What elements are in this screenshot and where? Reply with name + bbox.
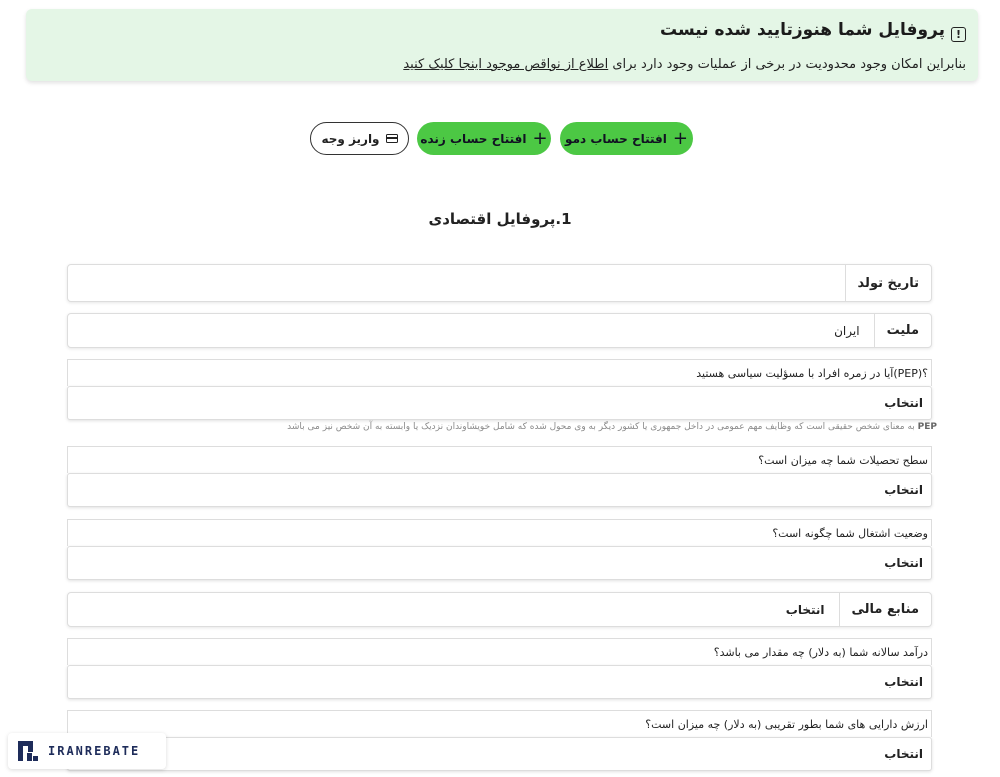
plus-icon: + (532, 127, 548, 149)
pep-note-text: به معنای شخص حقیقی است که وظایف مهم عموم… (287, 422, 918, 432)
iranrebate-watermark: IRANREBATE (8, 733, 166, 769)
plus-icon: + (672, 127, 688, 149)
pep-select[interactable]: انتخاب (67, 386, 932, 420)
employment-field: وضعیت اشتغال شما چگونه است؟ انتخاب (67, 519, 932, 580)
open-demo-account-button[interactable]: + افتتاح حساب دمو (560, 122, 693, 155)
nationality-select[interactable]: ایران (68, 314, 874, 347)
birthdate-label: تاریخ تولد (844, 265, 931, 301)
birthdate-input[interactable] (68, 265, 845, 301)
open-demo-account-label: افتتاح حساب دمو (565, 131, 667, 146)
credit-card-icon (385, 134, 398, 143)
open-live-account-label: افتتاح حساب زنده (420, 131, 527, 146)
action-buttons: + افتتاح حساب دمو + افتتاح حساب زنده وار… (0, 122, 1000, 156)
alert-title: پروفایل شما هنوزتایید شده نیست (659, 20, 945, 40)
income-field: درآمد سالانه شما (به دلار) چه مقدار می ب… (67, 638, 932, 699)
birthdate-field: تاریخ تولد (67, 264, 932, 302)
assets-field: ارزش دارایی های شما بطور تقریبی (به دلار… (67, 710, 932, 771)
funds-source-select[interactable]: انتخاب (68, 593, 839, 626)
nationality-label: ملیت (873, 314, 931, 347)
alert-text: بنابراین امکان وجود محدودیت در برخی از ع… (40, 57, 966, 72)
deposit-label: واریز وجه (321, 131, 380, 146)
assets-question: ارزش دارایی های شما بطور تقریبی (به دلار… (67, 710, 932, 737)
assets-select[interactable]: انتخاب (67, 737, 932, 771)
exclamation-icon: ! (951, 26, 966, 42)
alert-text-prefix: بنابراین امکان وجود محدودیت در برخی از ع… (608, 57, 966, 72)
education-select[interactable]: انتخاب (67, 473, 932, 507)
funds-source-label: منابع مالی (838, 593, 932, 626)
profile-not-verified-alert: ! پروفایل شما هنوزتایید شده نیست بنابرای… (26, 9, 978, 81)
pep-question: ؟(PEP)آیا در زمره افراد با مسؤلیت سیاسی … (67, 359, 932, 386)
education-question: سطح تحصیلات شما چه میزان است؟ (67, 446, 932, 473)
pep-note: PEP به معنای شخص حقیقی است که وظایف مهم … (67, 422, 937, 432)
employment-question: وضعیت اشتغال شما چگونه است؟ (67, 519, 932, 546)
employment-select[interactable]: انتخاب (67, 546, 932, 580)
funds-source-field: منابع مالی انتخاب (67, 592, 932, 627)
pep-note-term: PEP (917, 422, 937, 432)
pep-field: ؟(PEP)آیا در زمره افراد با مسؤلیت سیاسی … (67, 359, 932, 420)
section-title: 1.پروفایل اقتصادی (428, 210, 572, 228)
watermark-text: IRANREBATE (48, 744, 141, 758)
iranrebate-logo-icon (18, 741, 38, 761)
income-question: درآمد سالانه شما (به دلار) چه مقدار می ب… (67, 638, 932, 665)
nationality-field: ملیت ایران (67, 313, 932, 348)
missing-items-link[interactable]: اطلاع از نواقص موجود اینجا کلیک کنید (403, 57, 608, 72)
education-field: سطح تحصیلات شما چه میزان است؟ انتخاب (67, 446, 932, 507)
open-live-account-button[interactable]: + افتتاح حساب زنده (417, 122, 551, 155)
deposit-button[interactable]: واریز وجه (310, 122, 409, 155)
income-select[interactable]: انتخاب (67, 665, 932, 699)
